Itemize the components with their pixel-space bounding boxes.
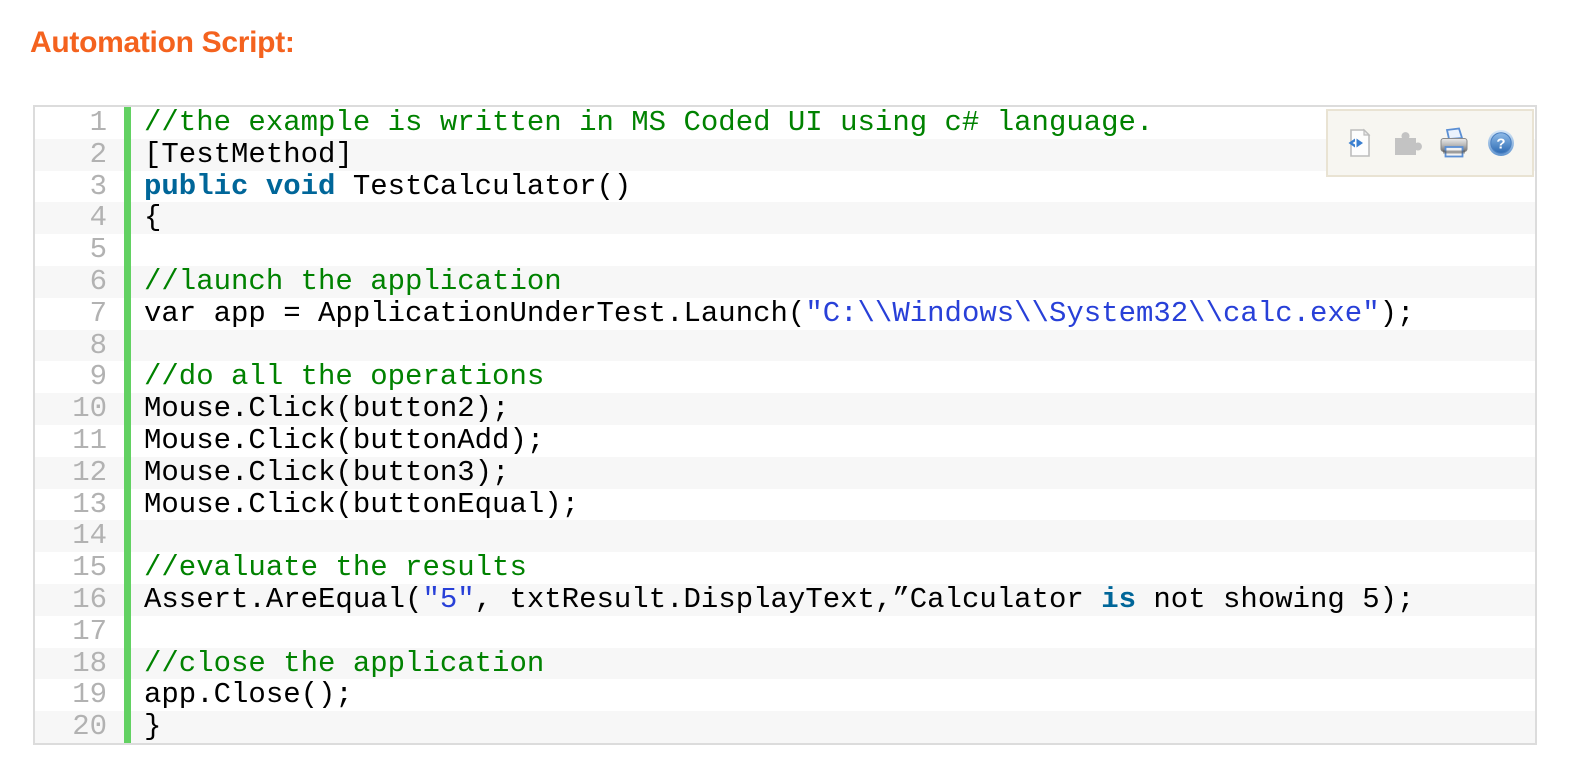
code-text: public void TestCalculator()	[144, 170, 632, 203]
gutter-bar	[124, 107, 131, 139]
code-lines-container: 1 //the example is written in MS Coded UI…	[35, 107, 1535, 743]
line-number: 11	[72, 423, 107, 457]
code-line: 14	[35, 519, 1535, 553]
code-line: 2 [TestMethod]	[35, 137, 1535, 171]
page-title: Automation Script:	[30, 26, 295, 59]
code-text: {	[144, 202, 162, 235]
code-line: 16 Assert.AreEqual("5", txtResult.Display…	[35, 584, 1535, 616]
line-number: 18	[72, 646, 107, 680]
line-number: 10	[72, 392, 107, 426]
gutter-bar	[124, 583, 131, 616]
line-number: 16	[72, 582, 107, 616]
copy-to-clipboard-icon[interactable]	[1389, 126, 1423, 160]
automation-script-section: Automation Script: 1 //the example is wri…	[0, 0, 1582, 784]
code-line: 18 //close the application	[35, 646, 1535, 680]
gutter-bar	[124, 711, 131, 743]
line-number: 17	[72, 614, 107, 648]
code-text: //do all the operations	[144, 361, 545, 394]
gutter-bar	[124, 234, 131, 266]
line-number: 15	[72, 551, 107, 585]
gutter-bar	[124, 297, 131, 330]
print-icon[interactable]	[1437, 126, 1471, 160]
line-number: 7	[89, 296, 107, 330]
code-text: //the example is written in MS Coded UI …	[144, 107, 1154, 139]
code-text: Mouse.Click(button3);	[144, 456, 510, 489]
code-line: 20}	[35, 711, 1535, 743]
line-number: 8	[89, 328, 107, 362]
code-text: Mouse.Click(buttonEqual);	[144, 488, 580, 521]
gutter-bar	[124, 138, 131, 171]
line-number: 3	[89, 169, 107, 203]
code-text: var app = ApplicationUnderTest.Launch("C…	[144, 297, 1415, 330]
code-text: Assert.AreEqual("5", txtResult.DisplayTe…	[144, 583, 1415, 616]
code-toolbar: ?	[1326, 109, 1534, 177]
code-text: //evaluate the results	[144, 552, 527, 584]
line-number: 4	[89, 201, 107, 235]
code-line: 17	[35, 614, 1535, 648]
svg-text:?: ?	[1497, 136, 1506, 153]
gutter-bar	[124, 552, 131, 584]
line-number: 5	[89, 233, 107, 267]
code-line: 8	[35, 328, 1535, 362]
gutter-bar	[124, 520, 131, 553]
gutter-bar	[124, 488, 131, 521]
code-text: [TestMethod]	[144, 138, 353, 171]
gutter-bar	[124, 170, 131, 203]
code-text: Mouse.Click(button2);	[144, 393, 510, 425]
code-line: 10 Mouse.Click(button2);	[35, 393, 1535, 425]
gutter-bar	[124, 361, 131, 394]
help-icon[interactable]: ?	[1484, 126, 1518, 160]
code-block: 1 //the example is written in MS Coded UI…	[33, 105, 1537, 745]
code-line: 9 //do all the operations	[35, 360, 1535, 394]
gutter-bar	[124, 615, 131, 648]
gutter-bar	[124, 679, 131, 712]
code-line: 11 Mouse.Click(buttonAdd);	[35, 425, 1535, 457]
view-source-icon[interactable]	[1342, 126, 1376, 160]
code-line: 19 app.Close();	[35, 678, 1535, 712]
line-number: 19	[72, 678, 107, 712]
code-line: 3 public void TestCalculator()	[35, 169, 1535, 203]
gutter-bar	[124, 202, 131, 235]
code-text: Mouse.Click(buttonAdd);	[144, 424, 545, 457]
gutter-bar	[124, 393, 131, 425]
line-number: 20	[72, 710, 107, 744]
code-line: 15 //evaluate the results	[35, 552, 1535, 584]
code-line: 6 //launch the application	[35, 266, 1535, 298]
gutter-bar	[124, 647, 131, 680]
code-text: }	[144, 711, 162, 743]
code-text: //launch the application	[144, 265, 562, 298]
line-number: 12	[72, 455, 107, 489]
line-number: 9	[89, 360, 107, 394]
line-number: 2	[89, 137, 107, 171]
gutter-bar	[124, 329, 131, 362]
gutter-bar	[124, 424, 131, 457]
line-number: 13	[72, 487, 107, 521]
gutter-bar	[124, 265, 131, 298]
code-line: 4{	[35, 201, 1535, 235]
line-number: 14	[72, 519, 107, 553]
code-text: //close the application	[144, 647, 545, 680]
line-number: 6	[89, 264, 107, 298]
code-line: 1 //the example is written in MS Coded UI…	[35, 107, 1535, 139]
code-line: 12 Mouse.Click(button3);	[35, 455, 1535, 489]
code-line: 7 var app = ApplicationUnderTest.Launch("…	[35, 296, 1535, 330]
line-number: 1	[89, 106, 107, 139]
gutter-bar	[124, 456, 131, 489]
code-line: 5	[35, 234, 1535, 266]
code-text: app.Close();	[144, 679, 353, 712]
code-line: 13 Mouse.Click(buttonEqual);	[35, 487, 1535, 521]
